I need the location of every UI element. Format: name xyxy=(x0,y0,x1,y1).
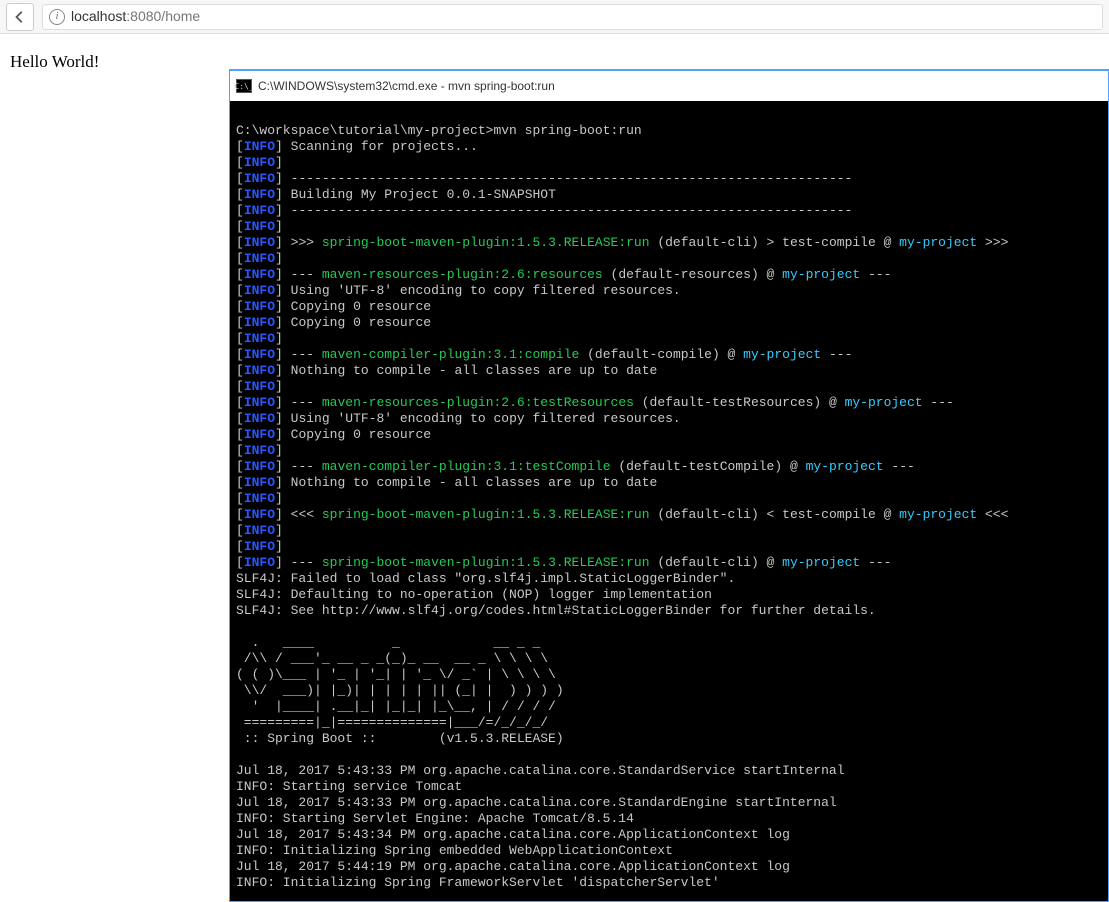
terminal-line: INFO: Initializing Spring FrameworkServl… xyxy=(236,875,1102,891)
terminal-line: [INFO] xyxy=(236,251,1102,267)
terminal-line: INFO: Initializing Spring embedded WebAp… xyxy=(236,843,1102,859)
terminal-line xyxy=(236,619,1102,635)
cmd-titlebar[interactable]: C:\_ C:\WINDOWS\system32\cmd.exe - mvn s… xyxy=(230,71,1108,101)
terminal-line: [INFO] xyxy=(236,443,1102,459)
browser-toolbar: i localhost:8080/home xyxy=(0,0,1109,34)
terminal-line: [INFO] xyxy=(236,379,1102,395)
terminal-line: [INFO] <<< spring-boot-maven-plugin:1.5.… xyxy=(236,507,1102,523)
terminal-line: Jul 18, 2017 5:43:33 PM org.apache.catal… xyxy=(236,795,1102,811)
terminal-line: C:\workspace\tutorial\my-project>mvn spr… xyxy=(236,123,1102,139)
cmd-window[interactable]: C:\_ C:\WINDOWS\system32\cmd.exe - mvn s… xyxy=(229,69,1109,902)
terminal-line: Jul 18, 2017 5:43:33 PM org.apache.catal… xyxy=(236,763,1102,779)
terminal-line: [INFO] xyxy=(236,219,1102,235)
terminal-line: [INFO] Building My Project 0.0.1-SNAPSHO… xyxy=(236,187,1102,203)
url-host: localhost:8080/home xyxy=(71,8,200,26)
terminal-line: [INFO] xyxy=(236,539,1102,555)
terminal-line: Jul 18, 2017 5:44:19 PM org.apache.catal… xyxy=(236,859,1102,875)
terminal-line: [INFO] Nothing to compile - all classes … xyxy=(236,363,1102,379)
terminal-line: Jul 18, 2017 5:43:34 PM org.apache.catal… xyxy=(236,827,1102,843)
terminal-line: [INFO] Using 'UTF-8' encoding to copy fi… xyxy=(236,411,1102,427)
back-button[interactable] xyxy=(6,3,34,31)
terminal-line: [INFO] ---------------------------------… xyxy=(236,171,1102,187)
terminal-line: [INFO] ---------------------------------… xyxy=(236,203,1102,219)
terminal-line: [INFO] Copying 0 resource xyxy=(236,427,1102,443)
terminal-line xyxy=(236,747,1102,763)
cmd-title: C:\WINDOWS\system32\cmd.exe - mvn spring… xyxy=(258,79,555,93)
terminal-line: =========|_|==============|___/=/_/_/_/ xyxy=(236,715,1102,731)
terminal-line: SLF4J: Defaulting to no-operation (NOP) … xyxy=(236,587,1102,603)
terminal-line xyxy=(236,107,1102,123)
terminal-line: [INFO] --- maven-compiler-plugin:3.1:tes… xyxy=(236,459,1102,475)
terminal-line: [INFO] Scanning for projects... xyxy=(236,139,1102,155)
terminal-line: [INFO] --- maven-resources-plugin:2.6:re… xyxy=(236,267,1102,283)
terminal-line: INFO: Starting Servlet Engine: Apache To… xyxy=(236,811,1102,827)
arrow-left-icon xyxy=(13,10,27,24)
cmd-output[interactable]: C:\workspace\tutorial\my-project>mvn spr… xyxy=(230,101,1108,901)
terminal-line: ' |____| .__|_| |_|_| |_\__, | / / / / xyxy=(236,699,1102,715)
terminal-line: :: Spring Boot :: (v1.5.3.RELEASE) xyxy=(236,731,1102,747)
terminal-line: [INFO] --- maven-compiler-plugin:3.1:com… xyxy=(236,347,1102,363)
terminal-line: [INFO] Using 'UTF-8' encoding to copy fi… xyxy=(236,283,1102,299)
cmd-icon: C:\_ xyxy=(236,79,252,93)
terminal-line: [INFO] --- spring-boot-maven-plugin:1.5.… xyxy=(236,555,1102,571)
terminal-line: INFO: Starting service Tomcat xyxy=(236,779,1102,795)
terminal-line: \\/ ___)| |_)| | | | | || (_| | ) ) ) ) xyxy=(236,683,1102,699)
url-bar[interactable]: i localhost:8080/home xyxy=(42,4,1103,30)
terminal-line: [INFO] xyxy=(236,155,1102,171)
terminal-line: [INFO] xyxy=(236,523,1102,539)
terminal-line: SLF4J: Failed to load class "org.slf4j.i… xyxy=(236,571,1102,587)
terminal-line: SLF4J: See http://www.slf4j.org/codes.ht… xyxy=(236,603,1102,619)
terminal-line: /\\ / ___'_ __ _ _(_)_ __ __ _ \ \ \ \ xyxy=(236,651,1102,667)
terminal-line: [INFO] xyxy=(236,331,1102,347)
terminal-line: [INFO] Copying 0 resource xyxy=(236,299,1102,315)
terminal-line: . ____ _ __ _ _ xyxy=(236,635,1102,651)
terminal-line: [INFO] --- maven-resources-plugin:2.6:te… xyxy=(236,395,1102,411)
terminal-line: [INFO] >>> spring-boot-maven-plugin:1.5.… xyxy=(236,235,1102,251)
terminal-line: [INFO] Copying 0 resource xyxy=(236,315,1102,331)
terminal-line: ( ( )\___ | '_ | '_| | '_ \/ _` | \ \ \ … xyxy=(236,667,1102,683)
hello-text: Hello World! xyxy=(10,52,99,71)
site-info-icon[interactable]: i xyxy=(49,9,65,25)
terminal-line: [INFO] Nothing to compile - all classes … xyxy=(236,475,1102,491)
terminal-line: [INFO] xyxy=(236,491,1102,507)
